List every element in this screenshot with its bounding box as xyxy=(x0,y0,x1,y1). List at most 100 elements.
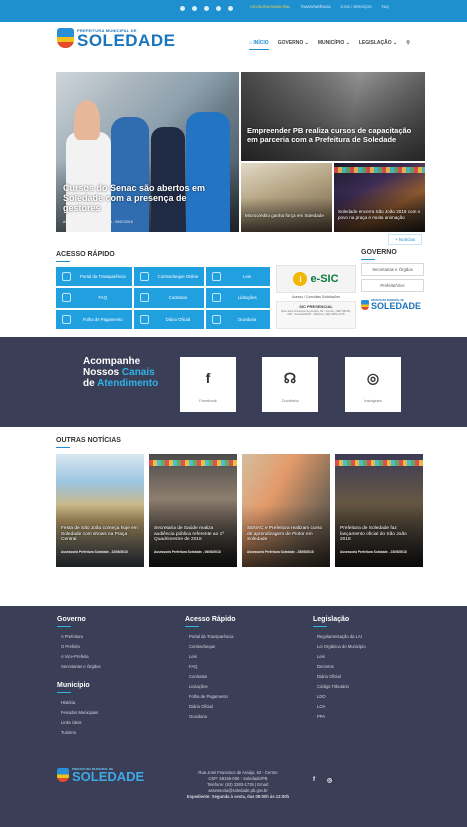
featured-news-4[interactable]: Soledade encerra São João 2018 com o pov… xyxy=(334,163,425,232)
esic-banner[interactable]: i e-SIC xyxy=(276,265,356,293)
contrast-icon[interactable] xyxy=(216,6,221,11)
document-icon xyxy=(212,272,222,282)
footer-link[interactable]: FAQ xyxy=(185,662,236,672)
footer-link[interactable]: Diário Oficial xyxy=(313,672,366,682)
quick-link-contratos[interactable]: Contratos xyxy=(133,288,205,308)
facebook-label: Facebook xyxy=(199,398,217,403)
social-heading-line1: Acompanhe xyxy=(83,356,141,367)
font-increase-icon[interactable] xyxy=(192,6,197,11)
news-card[interactable]: SENAC e Prefeitura realizam curso de apr… xyxy=(242,454,330,567)
accessibility-icon[interactable] xyxy=(180,6,185,11)
news-card-title[interactable]: Festa de São João começa hoje em Soledad… xyxy=(61,526,139,543)
footer-link[interactable]: Portal da Transparência xyxy=(185,632,236,642)
governo-logo[interactable]: PREFEITURA MUNICIPAL DE SOLEDADE xyxy=(361,299,424,311)
footer-link[interactable]: Leis xyxy=(313,652,366,662)
font-decrease-icon[interactable] xyxy=(204,6,209,11)
contract-icon xyxy=(139,293,149,303)
featured-news-3[interactable]: Microcrédito ganha força em Soledade xyxy=(241,163,332,232)
quick-link-faq[interactable]: FAQ xyxy=(56,288,132,308)
footer-link[interactable]: História xyxy=(57,698,101,708)
nav-legislacao[interactable]: LEGISLAÇÃO ⌄ xyxy=(359,40,397,50)
quick-link-contracheque[interactable]: Contracheque Online xyxy=(133,267,205,287)
secretarias-button[interactable]: Secretarias e Órgãos xyxy=(361,263,424,276)
footer-link[interactable]: Decretos xyxy=(313,662,366,672)
facebook-card[interactable]: f Facebook xyxy=(180,357,236,412)
nav-governo[interactable]: GOVERNO ⌄ xyxy=(278,40,309,50)
footer-link[interactable]: Folha de Pagamento xyxy=(185,692,236,702)
footer-logo[interactable]: PREFEITURA MUNICIPAL DE SOLEDADE xyxy=(57,767,144,783)
news-card[interactable]: Secretaria de Saúde realiza audiência pú… xyxy=(149,454,237,567)
top-link-faq[interactable]: FAQ xyxy=(382,5,389,9)
featured-main-meta: Assessoria Prefeitura Soledade - 05/07/2… xyxy=(63,220,133,224)
heading-underline xyxy=(57,626,71,627)
footer-link[interactable]: A Prefeitura xyxy=(57,632,101,642)
facebook-icon[interactable]: f xyxy=(313,777,315,784)
festival-flags xyxy=(149,460,237,466)
featured-news-2-title[interactable]: Empreender PB realiza cursos de capacita… xyxy=(247,126,419,144)
ouvidoria-card[interactable]: ☊ Ouvidoria xyxy=(262,357,318,412)
featured-news-3-title[interactable]: Microcrédito ganha força em Soledade xyxy=(245,213,329,219)
footer-link[interactable]: Regulamentação da LAI xyxy=(313,632,366,642)
nav-inicio[interactable]: ⌂ INÍCIO xyxy=(249,40,269,50)
search-icon[interactable]: ⚲ xyxy=(406,40,410,50)
footer-link[interactable]: Leis xyxy=(185,652,236,662)
top-link-esic[interactable]: E-SIC / SERVIÇOS xyxy=(341,5,372,9)
social-heading-highlight: Canais xyxy=(121,367,155,378)
quick-link-folha[interactable]: Folha de Pagamento xyxy=(56,309,132,329)
news-card[interactable]: Festa de São João começa hoje em Soledad… xyxy=(56,454,144,567)
info-icon: i xyxy=(293,272,308,286)
footer-link[interactable]: Contracheque xyxy=(185,642,236,652)
acesso-rapido-heading-label: ACESSO RÁPIDO xyxy=(56,251,115,258)
footer-link[interactable]: Ouvidoria xyxy=(185,712,236,722)
footer-link[interactable]: Feriados Municipais xyxy=(57,708,101,718)
quick-link-leis[interactable]: Leis xyxy=(206,267,270,287)
top-link-transparencia[interactable]: TRANSPARÊNCIA xyxy=(300,5,330,9)
featured-main-title[interactable]: Cursos do Senac são abertos em Soledade … xyxy=(63,183,223,213)
news-card-title[interactable]: Prefeitura de Soledade faz lançamento of… xyxy=(340,526,418,543)
festival-flags xyxy=(335,460,423,466)
footer-col-acesso: Acesso Rápido Portal da Transparência Co… xyxy=(185,616,236,722)
instagram-card[interactable]: ◎ Instagram xyxy=(345,357,401,412)
footer-link[interactable]: Lei Orgânica do Município xyxy=(313,642,366,652)
main-nav: ⌂ INÍCIO GOVERNO ⌄ MUNICÍPIO ⌄ LEGISLAÇÃ… xyxy=(249,40,410,50)
news-card-title[interactable]: SENAC e Prefeitura realizam curso de apr… xyxy=(247,526,325,543)
heading-underline xyxy=(57,692,71,693)
outras-noticias-heading-label: OUTRAS NOTÍCIAS xyxy=(56,437,121,444)
footer-link[interactable]: PPA xyxy=(313,712,366,722)
acesso-rapido-heading: ACESSO RÁPIDO xyxy=(56,251,115,262)
site-logo[interactable]: PREFEITURA MUNICIPAL DE SOLEDADE xyxy=(57,28,175,49)
outras-noticias-heading: OUTRAS NOTÍCIAS xyxy=(56,437,121,448)
footer-link[interactable]: Turismo xyxy=(57,728,101,738)
quick-link-ouvidoria[interactable]: Ouvidoria xyxy=(206,309,270,329)
footer-link[interactable]: Código Tributário xyxy=(313,682,366,692)
featured-news-4-title[interactable]: Soledade encerra São João 2018 com o pov… xyxy=(338,209,422,220)
featured-main-news[interactable]: Cursos do Senac são abertos em Soledade … xyxy=(56,72,239,232)
instagram-icon[interactable]: ◎ xyxy=(327,777,332,784)
quick-link-diario[interactable]: Diário Oficial xyxy=(133,309,205,329)
footer-link[interactable]: Contratos xyxy=(185,672,236,682)
news-card-meta: Assessoria Prefeitura Soledade - 06/06/2… xyxy=(154,550,221,554)
nav-municipio[interactable]: MUNICÍPIO ⌄ xyxy=(318,40,350,50)
prefeito-button[interactable]: Prefeito/Vice xyxy=(361,279,424,292)
footer-link[interactable]: Links Úteis xyxy=(57,718,101,728)
footer-link[interactable]: Secretarias e Órgãos xyxy=(57,662,101,672)
top-link-ouvidoria[interactable]: OUVIDORIA MUNICIPAL xyxy=(250,5,290,9)
footer-link[interactable]: Licitações xyxy=(185,682,236,692)
esic-access-link[interactable]: Acesso / Consultas Solicitações xyxy=(276,295,356,299)
footer-link[interactable]: LDO xyxy=(313,692,366,702)
featured-news-2[interactable]: Empreender PB realiza cursos de capacita… xyxy=(241,72,425,161)
quick-link-transparencia[interactable]: Portal da Transparência xyxy=(56,267,132,287)
quick-link-licitacoes[interactable]: Licitações xyxy=(206,288,270,308)
footer-link[interactable]: A Vice-Prefeita xyxy=(57,652,101,662)
quick-link-label: Leis xyxy=(243,274,252,280)
footer-col-governo: Governo A Prefeitura O Prefeito A Vice-P… xyxy=(57,616,101,738)
nav-legislacao-label: LEGISLAÇÃO xyxy=(358,40,392,46)
footer-link[interactable]: Diário Oficial xyxy=(185,702,236,712)
news-card[interactable]: Prefeitura de Soledade faz lançamento of… xyxy=(335,454,423,567)
footer-link[interactable]: O Prefeito xyxy=(57,642,101,652)
social-channels-band: Acompanhe Nossos Canais de Atendimento f… xyxy=(0,337,467,427)
news-card-title[interactable]: Secretaria de Saúde realiza audiência pú… xyxy=(154,526,232,543)
footer-link[interactable]: LOA xyxy=(313,702,366,712)
sitemap-icon[interactable] xyxy=(228,6,233,11)
more-news-button[interactable]: + Notícias xyxy=(388,234,423,245)
